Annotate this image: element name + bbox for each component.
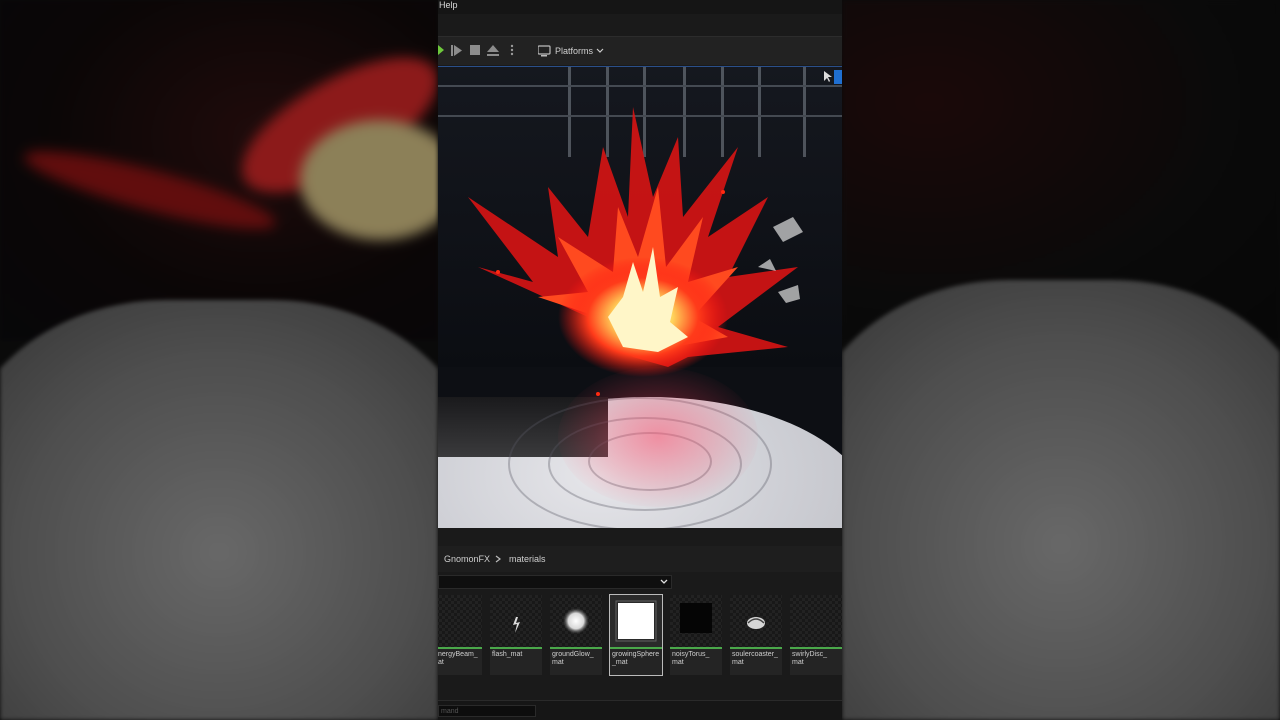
asset-tile[interactable]: groundGlow_ mat (550, 595, 602, 675)
chevron-down-icon (660, 579, 668, 584)
asset-tile[interactable]: soulercoaster_ mat (730, 595, 782, 675)
asset-label: soulercoaster_ mat (732, 651, 778, 666)
coaster-thumbnail (747, 617, 765, 629)
play-icon[interactable] (438, 43, 444, 57)
asset-label: groundGlow_ mat (552, 651, 594, 666)
asset-tile[interactable]: noisyTorus_ mat (670, 595, 722, 675)
more-options-icon[interactable] (509, 43, 515, 57)
platforms-label: Platforms (555, 46, 594, 56)
asset-tile[interactable]: growingSphere _mat (609, 594, 663, 676)
asset-label: swirlyDisc_ mat (792, 651, 827, 666)
asset-tile[interactable]: flash_mat (490, 595, 542, 675)
asset-grid: nergyBeam_ at flash_mat groundGlow_ mat … (438, 594, 842, 677)
torus-thumbnail (680, 603, 712, 633)
stop-icon[interactable] (470, 43, 480, 57)
cursor-icon[interactable] (824, 71, 833, 83)
command-input[interactable]: mand (438, 705, 536, 717)
platforms-icon (538, 45, 551, 57)
blurred-background-right (842, 0, 1280, 720)
viewport-options-button[interactable] (834, 70, 842, 84)
asset-label: flash_mat (492, 651, 523, 658)
content-browser-header: GnomonFX materials (438, 546, 842, 572)
editor-window: Help Platforms GnomonFX materials nergyB… (438, 0, 842, 720)
explosion-effect (468, 107, 803, 396)
menu-bar: Help (438, 0, 842, 14)
flash-thumbnail (513, 617, 520, 633)
breadcrumb-gnomonfx[interactable]: GnomonFX (444, 554, 490, 564)
sphere-thumbnail (615, 600, 657, 642)
skip-forward-icon[interactable] (451, 43, 463, 57)
menu-help[interactable]: Help (439, 0, 458, 10)
platforms-button[interactable]: Platforms (538, 43, 604, 59)
eject-icon[interactable] (487, 43, 499, 57)
chevron-down-icon (596, 48, 604, 53)
chevron-right-icon (495, 555, 501, 563)
asset-label: nergyBeam_ at (438, 651, 478, 666)
breadcrumb-materials[interactable]: materials (509, 554, 546, 564)
main-toolbar: Platforms (438, 36, 842, 65)
asset-label: noisyTorus_ mat (672, 651, 710, 666)
asset-tile[interactable]: nergyBeam_ at (438, 595, 482, 675)
level-viewport[interactable] (438, 66, 842, 528)
status-bar: mand (438, 700, 842, 720)
blurred-background-left (0, 0, 438, 720)
asset-tile[interactable]: swirlyDisc_ mat (790, 595, 842, 675)
glow-thumbnail (563, 608, 589, 634)
asset-label: growingSphere _mat (612, 651, 660, 666)
filter-dropdown[interactable] (438, 575, 672, 589)
